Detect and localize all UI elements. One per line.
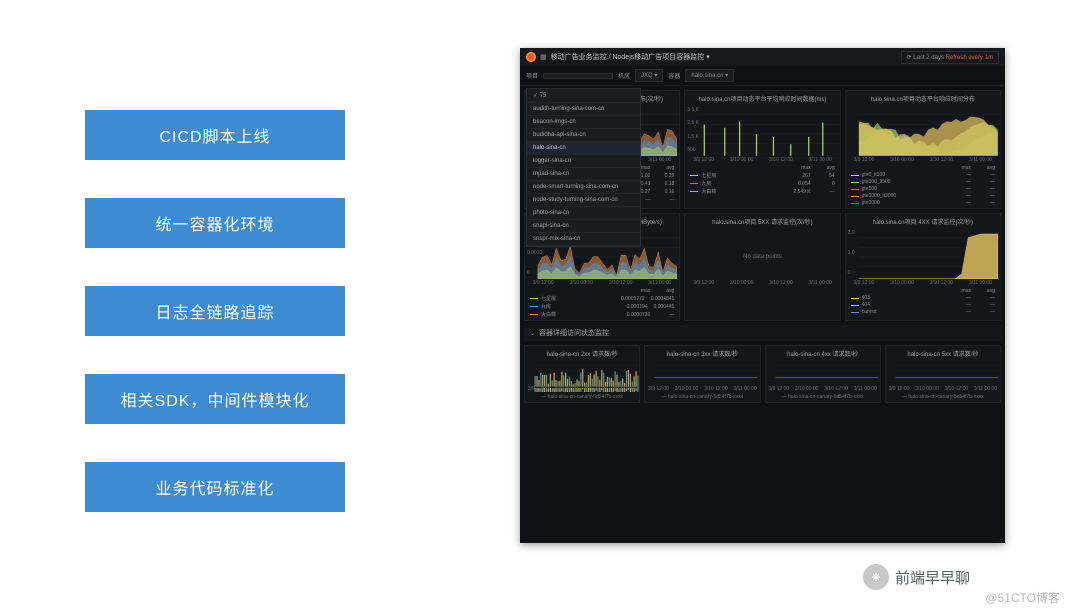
var-field-project[interactable] (543, 73, 613, 79)
legend-item[interactable]: gte1000_lt3000—— (851, 193, 995, 199)
dashboard-panel[interactable]: halo.sina.cn项目动态平台平均响应时间数据(ms)3.5 K2.5 K… (684, 90, 840, 209)
dropdown-item[interactable]: audith-turning-sina-com-cn (527, 103, 640, 116)
legend-item[interactable]: 九房0.0001940.000445 (530, 303, 674, 310)
watermark: ❋ 前端早早聊 (863, 564, 970, 590)
panel-legend: maxavg403——404——cannot—— (846, 286, 1000, 317)
legend-item[interactable]: 九房0.0540 (690, 180, 834, 187)
legend-item[interactable]: 七星房26754 (690, 172, 834, 179)
panel-title: halo-sina-cn 4xx 请求数/秒 (766, 346, 880, 360)
dropdown-item[interactable]: snspr-mix-sina-cn (527, 233, 640, 246)
dashboard-panel[interactable]: halo-sina-cn 5xx 请求数/秒3/9 12:003/10 00:0… (885, 345, 1001, 403)
panel-title: halo-sina-cn 3xx 请求数/秒 (645, 346, 759, 360)
grafana-dashboard: ▦ 移动广告业务监控 / Nodejs移动广告项目容器监控 ▾ ⟳ Last 2… (520, 48, 1005, 543)
bullet-cicd: CICD脚本上线 (85, 110, 345, 160)
variable-bar: 项目 机房 JXQ ▾ 容器 halo.sina.cn ▾ (520, 66, 1005, 86)
dashboard-topbar: ▦ 移动广告业务监控 / Nodejs移动广告项目容器监控 ▾ ⟳ Last 2… (520, 48, 1005, 66)
dropdown-item[interactable]: snapi-sina-cn (527, 220, 640, 233)
dropdown-item[interactable]: halo-sina-cn (527, 142, 640, 155)
dropdown-item[interactable]: logger-sina-cn (527, 155, 640, 168)
dashboard-panel[interactable]: halo-sina-cn 4xx 请求数/秒3/9 12:003/10 00:0… (765, 345, 881, 403)
panel-title: halo.sina.cn项目 5XX 请求监控(次/秒) (685, 214, 839, 228)
var-label-project: 项目 (526, 71, 538, 80)
dropdown-item[interactable]: mpad-sina-cn (527, 168, 640, 181)
legend-item[interactable]: gte500—— (851, 186, 995, 192)
grid-icon[interactable]: ▦ (540, 53, 547, 61)
bullet-sdk: 相关SDK，中间件模块化 (85, 374, 345, 424)
no-data-text: No data points (743, 254, 782, 260)
legend-item[interactable]: 404—— (851, 302, 995, 308)
legend-item[interactable]: 403—— (851, 295, 995, 301)
panel-title: halo-sina-cn 2xx 请求数/秒 (525, 346, 639, 360)
bullet-container: 统一容器化环境 (85, 198, 345, 248)
panel-title: halo.sina.cn项目动态平台响应时间分布 (846, 91, 1000, 105)
var-label-idc: 机房 (618, 71, 630, 80)
section-title: 容器详细访问状态监控 (539, 328, 609, 338)
legend-item[interactable]: gte0_lt100—— (851, 172, 995, 178)
dashboard-panel[interactable]: halo.sina.cn项目动态平台响应时间分布3/9 12:003/10 00… (845, 90, 1001, 209)
dashboard-panel[interactable]: halo-sina-cn 2xx 请求数/秒3/9 12:003/10 00:0… (524, 345, 640, 403)
dashboard-panel[interactable]: halo.sina.cn项目 4XX 请求监控(次/秒)2.01.003/9 1… (845, 213, 1001, 321)
panel-title: halo.sina.cn项目 4XX 请求监控(次/秒) (846, 214, 1000, 228)
chevron-down-icon: ⌄ (530, 330, 535, 337)
panel-title: halo-sina-cn 5xx 请求数/秒 (886, 346, 1000, 360)
var-field-idc[interactable]: JXQ ▾ (635, 69, 663, 82)
source-attribution: @51CTO博客 (985, 589, 1060, 606)
var-field-container[interactable]: halo.sina.cn ▾ (685, 69, 734, 82)
legend-item[interactable]: gte3000—— (851, 200, 995, 206)
legend-item[interactable]: gte100_lt500—— (851, 179, 995, 185)
panel-title: halo.sina.cn项目动态平台平均响应时间数据(ms) (685, 91, 839, 105)
legend-item[interactable]: cannot—— (851, 309, 995, 315)
dropdown-item[interactable]: budidha-api-sina-cn (527, 129, 640, 142)
time-range-picker[interactable]: ⟳ Last 2 days Refresh every 1m (901, 51, 999, 64)
dropdown-item[interactable]: photo-sina-cn (527, 207, 640, 220)
var-label-container: 容器 (668, 71, 680, 80)
dropdown-header: ✓ 75 (527, 89, 640, 103)
section-header[interactable]: ⌄ 容器详细访问状态监控 (524, 325, 1001, 341)
dashboard-panel[interactable]: halo.sina.cn项目 5XX 请求监控(次/秒) No data poin… (684, 213, 840, 321)
legend-item[interactable]: 大白柿0.0000726— (530, 311, 674, 318)
grafana-logo-icon[interactable] (526, 52, 536, 62)
panel-legend: maxavg七星房0.00057720.0004845九房0.0001940.0… (525, 286, 679, 320)
bullet-trace: 日志全链路追踪 (85, 286, 345, 336)
wechat-icon: ❋ (863, 564, 889, 590)
dashboard-panel[interactable]: halo-sina-cn 3xx 请求数/秒3/9 12:003/10 00:0… (644, 345, 760, 403)
legend-item[interactable]: 七星房0.00057720.0004845 (530, 295, 674, 302)
breadcrumb[interactable]: 移动广告业务监控 / Nodejs移动广告项目容器监控 ▾ (551, 52, 710, 62)
project-dropdown[interactable]: ✓ 75 audith-turning-sina-com-cnbeacon-im… (526, 88, 641, 247)
dropdown-item[interactable]: node-study-turning-sina-com-cn (527, 194, 640, 207)
dropdown-item[interactable]: beacon-imgs-cn (527, 116, 640, 129)
dropdown-item[interactable]: node-smart-turning-sina-com-cn (527, 181, 640, 194)
bullet-standard: 业务代码标准化 (85, 462, 345, 512)
legend-item[interactable]: 大白柿2.549 K— (690, 188, 834, 195)
slide-left-pane: CICD脚本上线 统一容器化环境 日志全链路追踪 相关SDK，中间件模块化 业务… (85, 110, 345, 512)
panel-legend: maxavg七星房26754九房0.0540大白柿2.549 K— (685, 163, 839, 197)
panel-legend: maxavggte0_lt100——gte100_lt500——gte500——… (846, 163, 1000, 208)
watermark-text: 前端早早聊 (895, 567, 970, 588)
